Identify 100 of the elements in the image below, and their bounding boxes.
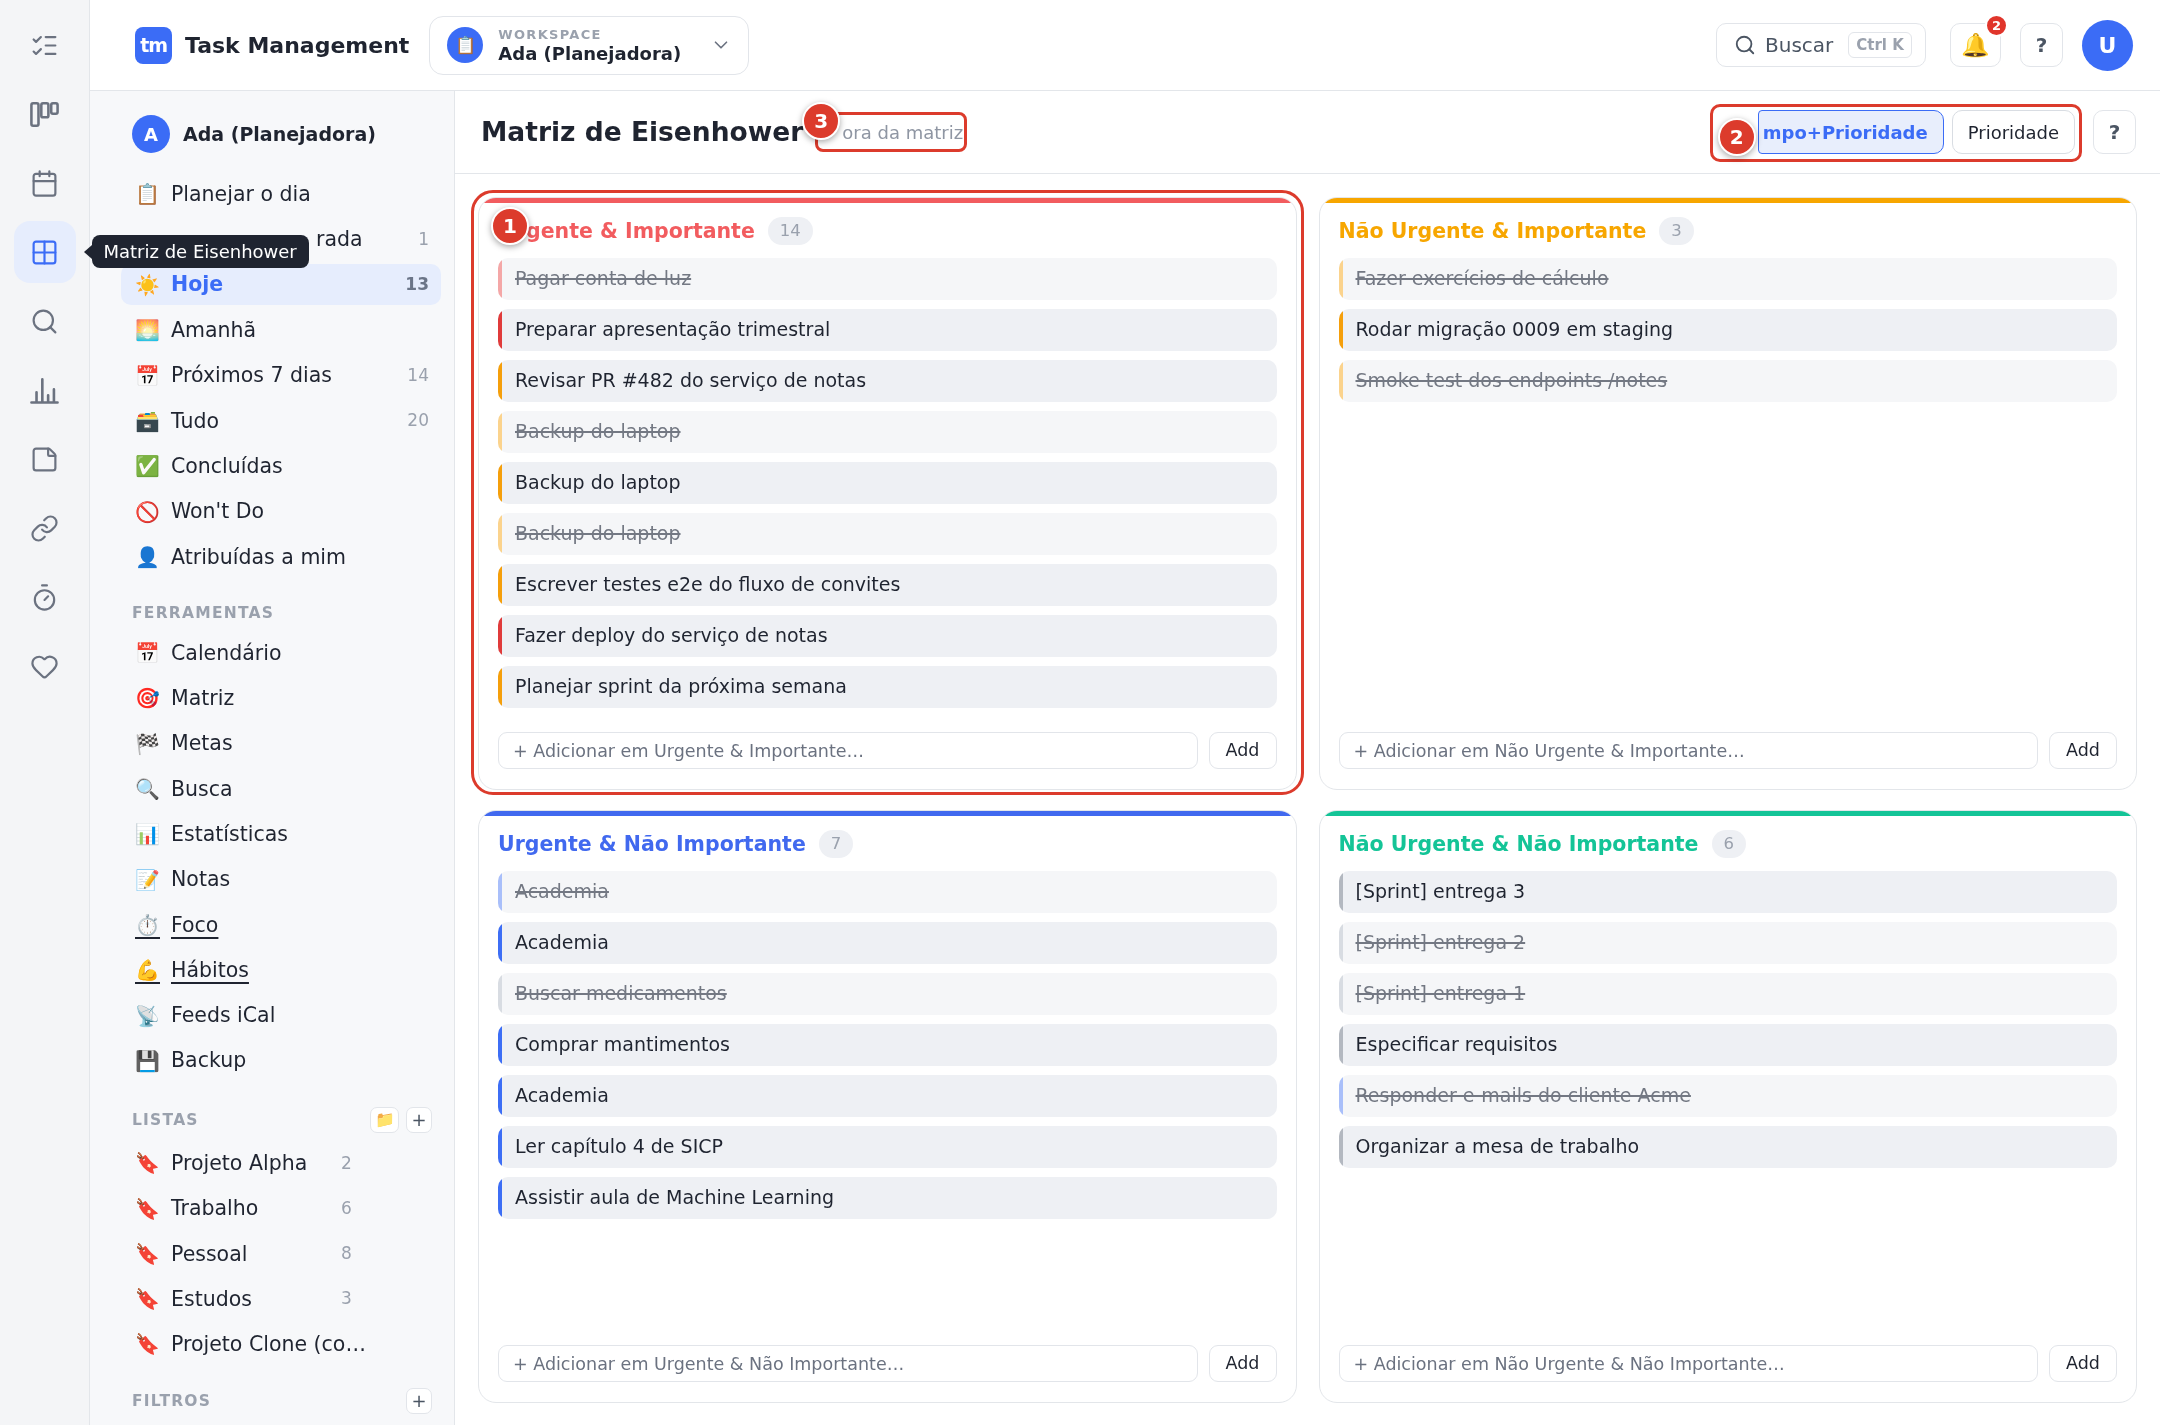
sidebar-item[interactable]: 📝 Notas bbox=[121, 859, 441, 901]
task-card[interactable]: Fazer exercícios de cálculo bbox=[1338, 257, 2117, 300]
help-button[interactable]: ? bbox=[2020, 23, 2063, 67]
task-card[interactable]: Comprar mantimentos bbox=[498, 1023, 1277, 1066]
list-item[interactable]: 🔖 Projeto Clone (co… bbox=[121, 1324, 441, 1365]
sidebar-item[interactable]: 🚫 Won't Do bbox=[121, 491, 441, 533]
notification-badge: 2 bbox=[1985, 14, 2008, 37]
task-card[interactable]: Smoke test dos endpoints /notes bbox=[1338, 359, 2117, 402]
sidebar-item[interactable]: ⏱ Foco bbox=[121, 904, 441, 946]
clipboard-icon: 📋 bbox=[447, 27, 484, 63]
user-avatar[interactable]: U bbox=[2082, 19, 2133, 71]
workspace-label: WORKSPACE bbox=[498, 27, 602, 41]
floppy-disk-icon: 💾 bbox=[135, 1050, 160, 1071]
quadrant-title: Urgente & Não Importante bbox=[498, 830, 806, 858]
task-card[interactable]: Buscar medicamentos bbox=[498, 972, 1277, 1015]
bookmark-icon: 🔖 bbox=[135, 1289, 160, 1310]
task-card[interactable]: Escrever testes e2e do fluxo de convites bbox=[498, 563, 1277, 606]
sidebar-item[interactable]: 📡 Feeds iCal bbox=[121, 995, 441, 1036]
view-toggle-tab[interactable]: mpo+Prioridade bbox=[1757, 110, 1944, 154]
sidebar-item[interactable]: 💪 Hábitos bbox=[121, 949, 441, 991]
task-count: 7 bbox=[818, 830, 854, 858]
calendar-icon: 📅 bbox=[135, 365, 160, 386]
sidebar-item[interactable]: 📊 Estatísticas bbox=[121, 813, 441, 855]
link-icon bbox=[30, 513, 59, 543]
sidebar-item[interactable]: 👤 Atribuídas a mim bbox=[121, 536, 441, 578]
task-card[interactable]: [Sprint] entrega 1 bbox=[1338, 972, 2117, 1015]
prohibited-icon: 🚫 bbox=[135, 501, 160, 522]
shortcut-hint: Ctrl K bbox=[1848, 32, 1912, 58]
app-title: Task Management bbox=[185, 31, 410, 60]
task-card[interactable]: Pagar conta de luz bbox=[498, 257, 1277, 300]
task-card[interactable]: Especificar requisitos bbox=[1338, 1023, 2117, 1066]
list-item[interactable]: 🔖 Pessoal 8 bbox=[121, 1233, 441, 1275]
task-card[interactable]: Revisar PR #482 do serviço de notas bbox=[498, 359, 1277, 402]
sidebar-item[interactable]: 📅 Próximos 7 dias 14 bbox=[121, 355, 441, 397]
kanban-icon bbox=[30, 99, 59, 129]
rail-button[interactable] bbox=[13, 221, 76, 283]
sidebar-item[interactable]: 🔍 Busca bbox=[121, 768, 441, 810]
item-count: 1 bbox=[418, 227, 429, 251]
folder-icon: 📁 bbox=[374, 1112, 395, 1129]
task-card[interactable]: Responder e-mails do cliente Acme bbox=[1338, 1074, 2117, 1117]
sidebar-item[interactable]: 📅 Calendário bbox=[121, 632, 441, 674]
magnifier-icon: 🔍 bbox=[135, 779, 160, 799]
task-card[interactable]: Assistir aula de Machine Learning bbox=[498, 1176, 1277, 1219]
add-button[interactable]: + bbox=[406, 1388, 432, 1415]
page-title: Matriz de Eisenhower bbox=[481, 115, 804, 150]
item-count: 8 bbox=[341, 1242, 352, 1266]
task-card[interactable]: Academia bbox=[498, 921, 1277, 964]
task-card[interactable]: Fazer deploy do serviço de notas bbox=[498, 614, 1277, 657]
task-card[interactable]: Ler capítulo 4 de SICP bbox=[498, 1125, 1277, 1168]
bookmark-icon: 🔖 bbox=[135, 1334, 160, 1355]
sidebar-item[interactable]: 🗃 Tudo 20 bbox=[121, 400, 441, 442]
sidebar-item[interactable]: ✅ Concluídas bbox=[121, 445, 441, 487]
workspace-switcher[interactable]: 📋 WORKSPACE Ada (Planejadora) bbox=[429, 15, 750, 75]
item-count: 14 bbox=[407, 363, 429, 387]
memo-icon: 📝 bbox=[135, 869, 160, 890]
quadrant-title: Não Urgente & Não Importante bbox=[1338, 830, 1699, 858]
list-item[interactable]: 🔖 Projeto Alpha 2 bbox=[121, 1142, 441, 1184]
add-task-field[interactable]: + Adicionar em Não Urgente & Não Importante… bbox=[1338, 1345, 2038, 1382]
search-icon bbox=[1734, 34, 1756, 56]
add-button[interactable]: Add bbox=[1208, 1345, 1277, 1382]
task-card[interactable]: Backup do laptop bbox=[498, 512, 1277, 555]
task-card[interactable]: Planejar sprint da próxima semana bbox=[498, 665, 1277, 708]
task-card[interactable]: Academia bbox=[498, 870, 1277, 913]
task-card[interactable]: Organizar a mesa de trabalho bbox=[1338, 1125, 2117, 1168]
task-card[interactable]: Academia bbox=[498, 1074, 1277, 1117]
add-button[interactable]: Add bbox=[2049, 1345, 2117, 1382]
sidebar-item[interactable]: 💾 Backup bbox=[121, 1040, 441, 1082]
quadrant-title: Não Urgente & Importante bbox=[1338, 217, 1647, 245]
add-button[interactable]: Add bbox=[1208, 732, 1277, 769]
list-item[interactable]: 🔖 Trabalho 6 bbox=[121, 1188, 441, 1230]
bar-chart-icon: 📊 bbox=[135, 824, 160, 845]
add-button[interactable]: + bbox=[406, 1107, 432, 1134]
task-card[interactable]: [Sprint] entrega 2 bbox=[1338, 921, 2117, 964]
item-count: 20 bbox=[407, 409, 429, 433]
target-icon: 🎯 bbox=[135, 688, 160, 709]
sidebar-item[interactable]: 📋 Planejar o dia bbox=[121, 173, 441, 215]
task-card[interactable]: Preparar apresentação trimestral bbox=[498, 308, 1277, 351]
sun-icon: ☀ bbox=[135, 274, 160, 295]
list-item[interactable]: 🔖 Estudos 3 bbox=[121, 1278, 441, 1320]
sidebar-item[interactable]: 🌅 Amanhã bbox=[121, 309, 441, 351]
task-card[interactable]: [Sprint] entrega 3 bbox=[1338, 870, 2117, 913]
callout-marker: 3 bbox=[802, 102, 841, 140]
task-card[interactable]: Backup do laptop bbox=[498, 461, 1277, 504]
sidebar-item[interactable]: ☀ Hoje 13 bbox=[121, 264, 441, 306]
user-avatar: A bbox=[132, 115, 170, 153]
add-task-field[interactable]: + Adicionar em Urgente & Importante… bbox=[498, 732, 1198, 769]
sidebar-item[interactable]: 🎯 Matriz bbox=[121, 677, 441, 719]
search-button[interactable]: Buscar Ctrl K bbox=[1716, 23, 1926, 67]
task-card[interactable]: Backup do laptop bbox=[498, 410, 1277, 453]
add-task-field[interactable]: + Adicionar em Não Urgente & Importante… bbox=[1338, 732, 2038, 769]
bar-chart-icon bbox=[30, 375, 59, 405]
help-button[interactable]: ? bbox=[2093, 110, 2136, 154]
add-button[interactable]: Add bbox=[2049, 732, 2117, 769]
sidebar-item[interactable]: 🏁 Metas bbox=[121, 723, 441, 765]
stopwatch-icon: ⏱ bbox=[135, 914, 160, 935]
add-task-field[interactable]: + Adicionar em Urgente & Não Importante… bbox=[498, 1345, 1198, 1382]
task-card[interactable]: Rodar migração 0009 em staging bbox=[1338, 308, 2117, 351]
app-logo: tm bbox=[135, 26, 172, 64]
sunrise-icon: 🌅 bbox=[135, 320, 160, 341]
view-toggle-tab[interactable]: Prioridade bbox=[1951, 110, 2075, 154]
